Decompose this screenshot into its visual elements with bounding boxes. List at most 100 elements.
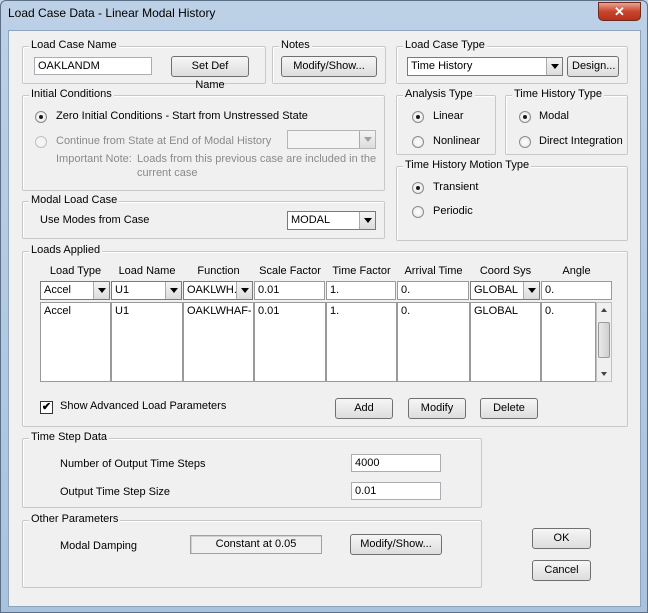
edit-angle-input[interactable]: 0. xyxy=(541,281,612,300)
use-modes-label: Use Modes from Case xyxy=(40,214,150,226)
dialog-window: Load Case Data - Linear Modal History ✕ … xyxy=(0,0,648,613)
table-row-cell-load-name[interactable]: U1 xyxy=(111,302,183,382)
time-history-type-legend: Time History Type xyxy=(512,88,605,100)
header-function: Function xyxy=(197,265,240,277)
show-advanced-checkbox[interactable]: ✔ xyxy=(40,401,53,414)
output-step-size-label: Output Time Step Size xyxy=(60,486,171,498)
direct-integration-label: Direct Integration xyxy=(539,135,623,147)
load-case-name-legend: Load Case Name xyxy=(29,39,119,51)
design-button[interactable]: Design... xyxy=(567,56,619,77)
chevron-down-icon[interactable] xyxy=(359,212,375,229)
chevron-down-icon[interactable] xyxy=(93,282,109,299)
loads-applied-group: Loads Applied Load Type Load Name Functi… xyxy=(22,244,628,427)
nonlinear-radio[interactable] xyxy=(412,136,424,148)
output-step-size-input[interactable]: 0.01 xyxy=(351,482,441,500)
scroll-up-icon[interactable] xyxy=(601,308,607,312)
periodic-label: Periodic xyxy=(433,205,473,217)
continue-state-radio[interactable] xyxy=(35,136,47,148)
periodic-radio[interactable] xyxy=(412,206,424,218)
ok-button[interactable]: OK xyxy=(532,528,591,549)
chevron-down-icon[interactable] xyxy=(546,58,562,75)
header-arrival-time: Arrival Time xyxy=(404,265,463,277)
other-parameters-group: Other Parameters Modal Damping Constant … xyxy=(22,513,482,588)
row-coord-sys: GLOBAL xyxy=(474,305,519,317)
edit-time-factor-input[interactable]: 1. xyxy=(326,281,396,300)
dialog-client: Load Case Name OAKLANDM Set Def Name Not… xyxy=(8,30,641,607)
num-output-steps-input[interactable]: 4000 xyxy=(351,454,441,472)
table-row-cell-angle[interactable]: 0. xyxy=(541,302,596,382)
table-row-cell-arrival-time[interactable]: 0. xyxy=(397,302,470,382)
transient-label: Transient xyxy=(433,181,479,193)
close-button[interactable]: ✕ xyxy=(598,2,641,21)
table-row-cell-time-factor[interactable]: 1. xyxy=(326,302,397,382)
scroll-thumb[interactable] xyxy=(598,322,610,358)
header-angle: Angle xyxy=(562,265,591,277)
table-row-cell-function[interactable]: OAKLWHAF- xyxy=(183,302,254,382)
table-row-cell-coord-sys[interactable]: GLOBAL xyxy=(470,302,541,382)
edit-arrival-time-input[interactable]: 0. xyxy=(397,281,469,300)
transient-radio[interactable] xyxy=(412,182,424,194)
add-load-button[interactable]: Add xyxy=(335,398,393,419)
chevron-down-icon[interactable] xyxy=(165,282,181,299)
continue-case-select[interactable] xyxy=(287,130,376,149)
title-bar[interactable]: Load Case Data - Linear Modal History ✕ xyxy=(1,1,647,27)
load-case-type-legend: Load Case Type xyxy=(403,39,487,51)
header-scale-factor: Scale Factor xyxy=(259,265,321,277)
initial-conditions-legend: Initial Conditions xyxy=(29,88,114,100)
edit-function-select[interactable]: OAKLWH. xyxy=(183,281,253,300)
notes-modify-show-button[interactable]: Modify/Show... xyxy=(281,56,377,77)
analysis-type-group: Analysis Type Linear Nonlinear xyxy=(396,88,496,155)
direct-integration-radio[interactable] xyxy=(519,136,531,148)
initial-conditions-group: Initial Conditions Zero Initial Conditio… xyxy=(22,88,385,191)
row-function: OAKLWHAF- xyxy=(187,305,252,317)
edit-load-name-select[interactable]: U1 xyxy=(111,281,182,300)
header-coord-sys: Coord Sys xyxy=(479,265,532,277)
table-row-cell-scale-factor[interactable]: 0.01 xyxy=(254,302,326,382)
chevron-down-icon[interactable] xyxy=(236,282,252,299)
row-load-type: Accel xyxy=(44,305,71,317)
modal-label: Modal xyxy=(539,110,569,122)
modal-load-case-legend: Modal Load Case xyxy=(29,194,120,206)
damping-modify-show-button[interactable]: Modify/Show... xyxy=(350,534,442,555)
load-case-name-input[interactable]: OAKLANDM xyxy=(34,57,152,75)
linear-radio[interactable] xyxy=(412,111,424,123)
notes-group: Notes Modify/Show... xyxy=(272,39,386,84)
header-time-factor: Time Factor xyxy=(332,265,391,277)
nonlinear-label: Nonlinear xyxy=(433,135,481,147)
chevron-down-icon[interactable] xyxy=(523,282,539,299)
important-note-label: Important Note: xyxy=(56,153,132,165)
load-case-name-group: Load Case Name OAKLANDM Set Def Name xyxy=(22,39,266,91)
linear-label: Linear xyxy=(433,110,464,122)
zero-initial-label: Zero Initial Conditions - Start from Uns… xyxy=(56,110,308,122)
set-def-name-button[interactable]: Set Def Name xyxy=(171,56,249,91)
cancel-button[interactable]: Cancel xyxy=(532,560,591,581)
time-history-type-group: Time History Type Modal Direct Integrati… xyxy=(505,88,628,155)
loads-list-scrollbar[interactable] xyxy=(596,302,612,382)
time-step-data-group: Time Step Data Number of Output Time Ste… xyxy=(22,431,482,508)
modal-case-value: MODAL xyxy=(291,214,331,226)
chevron-down-icon[interactable] xyxy=(359,131,375,148)
modal-load-case-group: Modal Load Case Use Modes from Case MODA… xyxy=(22,194,385,239)
scroll-down-icon[interactable] xyxy=(601,372,607,376)
edit-load-type-select[interactable]: Accel xyxy=(40,281,110,300)
modal-case-select[interactable]: MODAL xyxy=(287,211,376,230)
modal-damping-label: Modal Damping xyxy=(60,540,138,552)
important-note-text-2: current case xyxy=(137,167,198,179)
header-load-type: Load Type xyxy=(49,265,102,277)
window-title: Load Case Data - Linear Modal History xyxy=(8,6,216,20)
delete-load-button[interactable]: Delete xyxy=(480,398,538,419)
other-parameters-legend: Other Parameters xyxy=(29,513,121,525)
edit-scale-factor-input[interactable]: 0.01 xyxy=(254,281,325,300)
time-step-data-legend: Time Step Data xyxy=(29,431,110,443)
row-load-name: U1 xyxy=(115,305,130,317)
load-case-type-select[interactable]: Time History xyxy=(407,57,563,76)
header-load-name: Load Name xyxy=(118,265,176,277)
modify-load-button[interactable]: Modify xyxy=(408,398,466,419)
loads-applied-legend: Loads Applied xyxy=(29,244,103,256)
motion-type-legend: Time History Motion Type xyxy=(403,159,532,171)
load-case-type-value: Time History xyxy=(411,60,473,72)
edit-coord-sys-select[interactable]: GLOBAL xyxy=(470,281,540,300)
table-row[interactable]: Accel xyxy=(40,302,111,382)
modal-radio[interactable] xyxy=(519,111,531,123)
zero-initial-radio[interactable] xyxy=(35,111,47,123)
